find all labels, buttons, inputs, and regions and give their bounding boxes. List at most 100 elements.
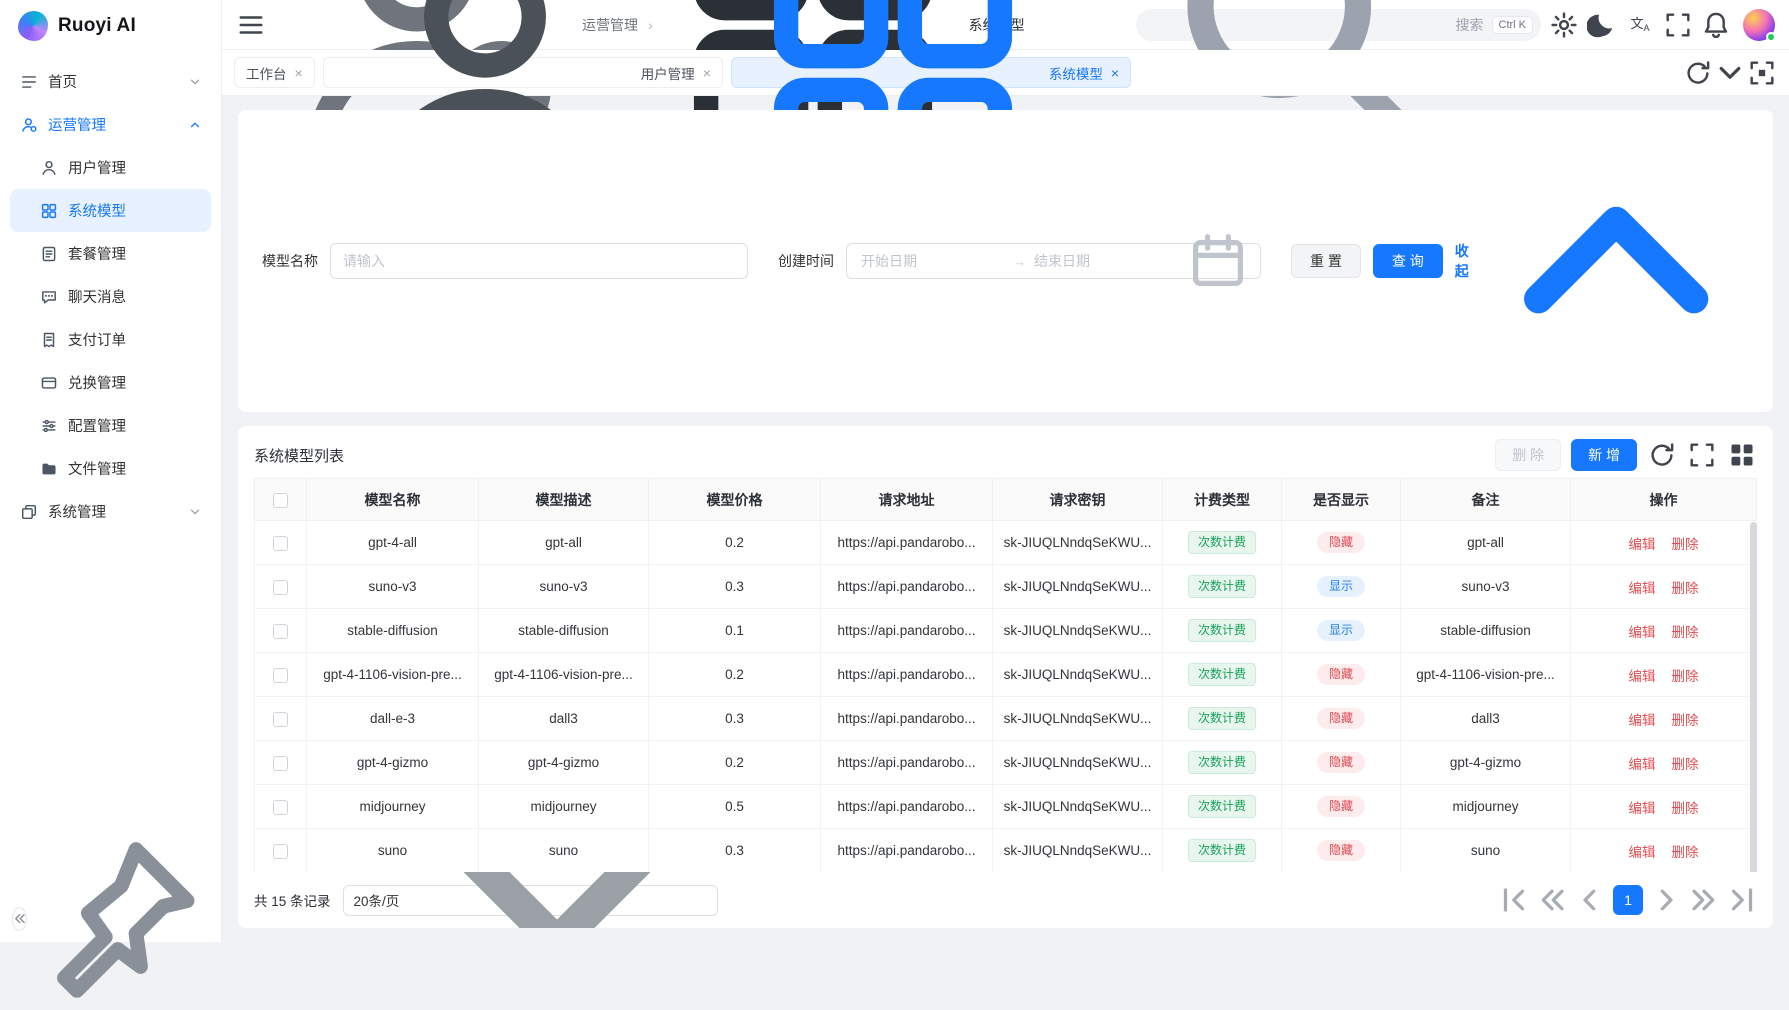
data-table: 模型名称模型描述模型价格请求地址请求密钥计费类型是否显示备注操作 gpt-4-a… <box>254 478 1757 872</box>
row-checkbox[interactable] <box>273 536 288 551</box>
table-refresh-button[interactable] <box>1647 440 1677 470</box>
global-search[interactable]: 搜索 Ctrl K <box>1136 9 1542 41</box>
row-checkbox[interactable] <box>273 624 288 639</box>
row-checkbox[interactable] <box>273 580 288 595</box>
pagination-prev-button[interactable] <box>1575 885 1605 915</box>
sidebar-group-home[interactable]: 首页 <box>10 60 211 103</box>
sidebar-item-chat[interactable]: 聊天消息 <box>10 275 211 318</box>
online-status-dot <box>1766 32 1776 42</box>
delete-link[interactable]: 删除 <box>1672 625 1699 640</box>
date-range-arrow-icon: → <box>1013 254 1026 269</box>
billing-type-tag: 次数计费 <box>1188 839 1256 862</box>
table-scrollbar[interactable] <box>1750 522 1757 872</box>
pagination-fast-prev-button[interactable] <box>1537 885 1567 915</box>
cell-request-key: sk-JIUQLNndqSeKWU... <box>993 609 1163 653</box>
sidebar-item-model[interactable]: 系统模型 <box>10 189 211 232</box>
table-actions: 删 除 新 增 <box>1495 439 1757 471</box>
tabbar-controls <box>1683 58 1777 88</box>
edit-link[interactable]: 编辑 <box>1629 801 1656 816</box>
pagination-last-button[interactable] <box>1727 885 1757 915</box>
avatar[interactable] <box>1743 9 1775 41</box>
hamburger-menu-button[interactable] <box>236 10 266 40</box>
row-checkbox[interactable] <box>273 844 288 859</box>
notifications-button[interactable] <box>1701 10 1731 40</box>
column-settings-button[interactable] <box>1727 440 1757 470</box>
table-row: gpt-4-allgpt-all0.2https://api.pandarobo… <box>255 521 1757 565</box>
edit-link[interactable]: 编辑 <box>1629 845 1656 860</box>
pagination-page-1[interactable]: 1 <box>1613 885 1643 915</box>
sidebar-item-config[interactable]: 配置管理 <box>10 404 211 447</box>
sidebar-group-system[interactable]: 系统管理 <box>10 490 211 533</box>
logo[interactable]: Ruoyi AI <box>0 0 221 52</box>
search-button[interactable]: 查 询 <box>1373 244 1443 278</box>
language-toggle[interactable]: 文A <box>1625 10 1655 40</box>
delete-link[interactable]: 删除 <box>1672 669 1699 684</box>
delete-link[interactable]: 删除 <box>1672 757 1699 772</box>
row-checkbox[interactable] <box>273 712 288 727</box>
close-icon[interactable]: × <box>1111 66 1119 80</box>
refresh-icon <box>1683 58 1713 88</box>
tabbar-menu-button[interactable] <box>1715 58 1745 88</box>
sidebar-collapse-button[interactable] <box>12 907 27 931</box>
double-chevron-right-icon <box>1689 885 1719 915</box>
delete-link[interactable]: 删除 <box>1672 845 1699 860</box>
create-time-label: 创建时间 <box>778 251 834 271</box>
cell-remark: dall3 <box>1401 697 1571 741</box>
fullscreen-button[interactable] <box>1663 10 1693 40</box>
model-name-input[interactable] <box>330 243 748 279</box>
sidebar-item-redeem[interactable]: 兑换管理 <box>10 361 211 404</box>
sidebar-group-operation[interactable]: 运营管理 <box>10 103 211 146</box>
delete-link[interactable]: 删除 <box>1672 537 1699 552</box>
close-icon[interactable]: × <box>703 66 711 80</box>
date-range-picker[interactable]: → <box>846 243 1261 279</box>
delete-link[interactable]: 删除 <box>1672 713 1699 728</box>
row-checkbox[interactable] <box>273 800 288 815</box>
tabbar-refresh-button[interactable] <box>1683 58 1713 88</box>
table-fullscreen-button[interactable] <box>1687 440 1717 470</box>
tab-model[interactable]: 系统模型 × <box>731 57 1131 88</box>
sidebar-item-package[interactable]: 套餐管理 <box>10 232 211 275</box>
edit-link[interactable]: 编辑 <box>1629 581 1656 596</box>
delete-button[interactable]: 删 除 <box>1495 439 1561 471</box>
delete-link[interactable]: 删除 <box>1672 801 1699 816</box>
start-date-input[interactable] <box>857 244 1009 278</box>
edit-link[interactable]: 编辑 <box>1629 669 1656 684</box>
edit-link[interactable]: 编辑 <box>1629 625 1656 640</box>
package-icon <box>40 245 58 263</box>
pagination-next-button[interactable] <box>1651 885 1681 915</box>
pagination-first-button[interactable] <box>1499 885 1529 915</box>
page-size-select[interactable]: 20条/页 <box>343 885 719 916</box>
reset-button[interactable]: 重 置 <box>1291 244 1361 278</box>
select-all-checkbox[interactable] <box>273 493 288 508</box>
close-icon[interactable]: × <box>295 66 303 80</box>
cell-model-price: 0.3 <box>649 697 821 741</box>
cell-model-desc: dall3 <box>479 697 649 741</box>
edit-link[interactable]: 编辑 <box>1629 757 1656 772</box>
redeem-icon <box>40 374 58 392</box>
home-icon <box>20 73 38 91</box>
tab-user[interactable]: 用户管理× <box>323 57 723 88</box>
chevron-left-icon <box>1575 885 1605 915</box>
dark-mode-toggle[interactable] <box>1587 10 1617 40</box>
column-header-7: 备注 <box>1401 479 1571 521</box>
sidebar-item-order[interactable]: 支付订单 <box>10 318 211 361</box>
row-checkbox[interactable] <box>273 756 288 771</box>
edit-link[interactable]: 编辑 <box>1629 537 1656 552</box>
search-shortcut: Ctrl K <box>1492 16 1534 34</box>
cell-model-name: dall-e-3 <box>307 697 479 741</box>
settings-gear-button[interactable] <box>1549 10 1579 40</box>
row-checkbox[interactable] <box>273 668 288 683</box>
pin-icon[interactable] <box>27 828 209 1010</box>
add-button[interactable]: 新 增 <box>1571 439 1637 471</box>
tab-workbench[interactable]: 工作台× <box>234 57 315 88</box>
sidebar-item-file[interactable]: 文件管理 <box>10 447 211 490</box>
sidebar-item-user[interactable]: 用户管理 <box>10 146 211 189</box>
collapse-filter-link[interactable]: 收起 <box>1455 128 1749 394</box>
edit-link[interactable]: 编辑 <box>1629 713 1656 728</box>
cell-request-url: https://api.pandarobo... <box>821 653 993 697</box>
delete-link[interactable]: 删除 <box>1672 581 1699 596</box>
tab-label: 系统模型 <box>1049 63 1103 83</box>
pagination-fast-next-button[interactable] <box>1689 885 1719 915</box>
tabbar-layout-button[interactable] <box>1747 58 1777 88</box>
end-date-input[interactable] <box>1030 244 1182 278</box>
